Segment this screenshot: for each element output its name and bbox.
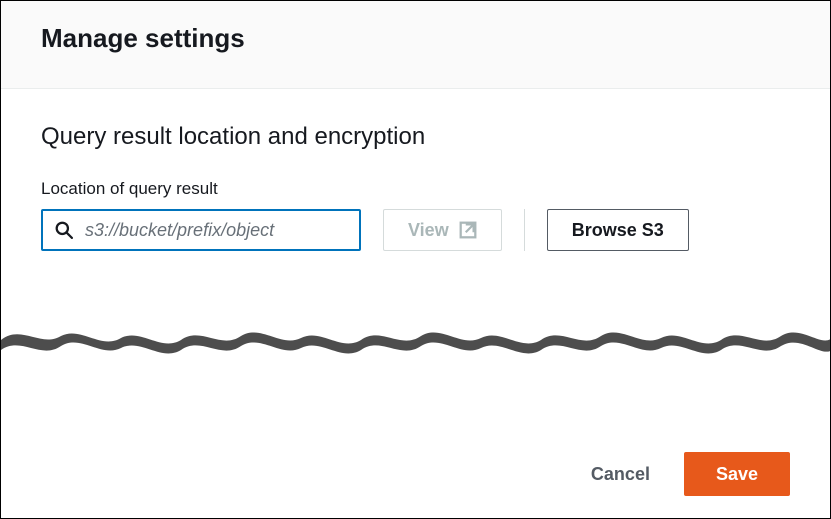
section-heading: Query result location and encryption — [41, 123, 790, 151]
browse-s3-button[interactable]: Browse S3 — [547, 209, 689, 251]
query-location-input-wrap[interactable] — [41, 209, 361, 251]
search-icon — [55, 221, 73, 239]
cancel-button[interactable]: Cancel — [585, 463, 656, 486]
query-location-input[interactable] — [83, 219, 347, 242]
modal-footer: Cancel Save — [1, 452, 830, 518]
query-location-label: Location of query result — [41, 179, 790, 199]
torn-edge-decoration — [1, 316, 831, 364]
query-location-row: View Browse S3 — [41, 209, 790, 251]
view-button[interactable]: View — [383, 209, 502, 251]
vertical-divider — [524, 209, 525, 251]
view-button-label: View — [408, 220, 449, 241]
modal-header: Manage settings — [1, 1, 830, 89]
save-button[interactable]: Save — [684, 452, 790, 496]
modal-title: Manage settings — [41, 23, 790, 54]
modal-body: Query result location and encryption Loc… — [1, 89, 830, 251]
external-link-icon — [459, 221, 477, 239]
modal-frame: Manage settings Query result location an… — [0, 0, 831, 519]
browse-s3-label: Browse S3 — [572, 220, 664, 241]
